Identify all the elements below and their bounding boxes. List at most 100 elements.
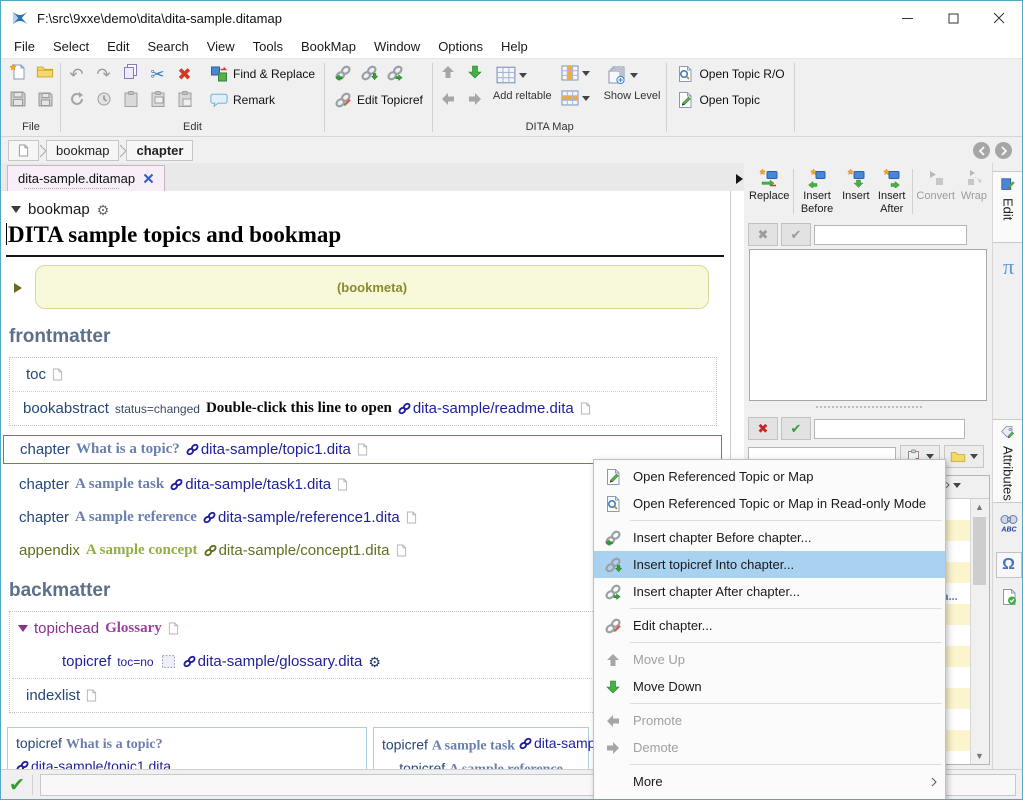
close-button[interactable] bbox=[976, 1, 1022, 35]
bookmap-root-row[interactable]: bookmap ⚙ bbox=[11, 201, 744, 218]
attribute-delete-button[interactable]: ✖ bbox=[748, 417, 778, 440]
topicref-href[interactable]: dita-sample/topic1.dita bbox=[16, 758, 171, 769]
insert-column-button[interactable] bbox=[558, 61, 593, 85]
breadcrumb-chapter[interactable]: chapter bbox=[126, 140, 193, 161]
menu-item-promote[interactable]: Promote bbox=[594, 707, 945, 734]
replace-button[interactable]: Replace bbox=[746, 165, 792, 218]
tab-attributes[interactable]: Attributes bbox=[993, 419, 1023, 503]
menu-item-move-up[interactable]: Move Up bbox=[594, 646, 945, 673]
open-document-button[interactable] bbox=[36, 63, 54, 86]
insert-before-button[interactable]: Insert Before bbox=[795, 165, 839, 218]
gear-icon[interactable]: ⚙ bbox=[368, 655, 381, 669]
cancel-edit-button[interactable]: ✖ bbox=[748, 223, 778, 246]
chapter-href[interactable]: dita-sample/reference1.dita bbox=[203, 509, 400, 526]
edit-topicref-button[interactable]: Edit Topicref bbox=[329, 88, 428, 112]
minimize-button[interactable] bbox=[884, 1, 930, 35]
bookabstract-href[interactable]: dita-sample/readme.dita bbox=[398, 400, 574, 417]
expand-triangle-icon[interactable] bbox=[14, 283, 22, 293]
insert-button[interactable]: Insert bbox=[839, 165, 873, 218]
attribute-apply-button[interactable]: ✔ bbox=[781, 417, 811, 440]
menu-view[interactable]: View bbox=[198, 36, 244, 57]
tab-edit[interactable]: Edit bbox=[993, 171, 1023, 243]
move-down-button[interactable] bbox=[467, 64, 483, 85]
menu-item-more[interactable]: More bbox=[594, 768, 945, 795]
save-as-button[interactable] bbox=[36, 90, 54, 113]
wrap-button[interactable]: Wrap bbox=[958, 165, 990, 218]
menu-item-insert-before[interactable]: Insert chapter Before chapter... bbox=[594, 524, 945, 551]
tab-close-icon[interactable] bbox=[143, 173, 154, 184]
menu-file[interactable]: File bbox=[5, 36, 44, 57]
gear-icon[interactable]: ⚙ bbox=[97, 203, 110, 217]
reltable-cell[interactable]: topicref A sample task dita-sample/task1… bbox=[373, 727, 589, 769]
scroll-down-icon[interactable]: ▼ bbox=[975, 751, 984, 761]
history-button[interactable] bbox=[96, 91, 112, 112]
breadcrumb-bookmap[interactable]: bookmap bbox=[46, 140, 119, 161]
tab-validate[interactable] bbox=[993, 583, 1023, 615]
open-topic-button[interactable]: Open Topic bbox=[671, 88, 789, 112]
nav-forward-button[interactable] bbox=[995, 142, 1012, 159]
appendix-href[interactable]: dita-sample/concept1.dita bbox=[204, 542, 390, 559]
remark-button[interactable]: Remark bbox=[205, 88, 320, 112]
add-reltable-button[interactable] bbox=[493, 61, 552, 89]
delete-button[interactable]: ✖ bbox=[177, 66, 191, 83]
menu-bookmap[interactable]: BookMap bbox=[292, 36, 365, 57]
confirm-edit-button[interactable]: ✔ bbox=[781, 223, 811, 246]
insert-topicref-into-button[interactable] bbox=[360, 64, 378, 85]
menu-options[interactable]: Options bbox=[429, 36, 492, 57]
menu-search[interactable]: Search bbox=[139, 36, 198, 57]
find-replace-button[interactable]: Find & Replace bbox=[205, 62, 320, 86]
insert-after-button[interactable]: Insert After bbox=[873, 165, 911, 218]
menu-item-open-referenced[interactable]: Open Referenced Topic or Map bbox=[594, 463, 945, 490]
tab-special-characters[interactable]: π bbox=[993, 249, 1023, 285]
grid-handle-icon[interactable] bbox=[162, 655, 175, 668]
element-list-box[interactable] bbox=[749, 249, 987, 401]
menu-item-edit-chapter[interactable]: Edit chapter... bbox=[594, 612, 945, 639]
save-button[interactable] bbox=[9, 90, 27, 113]
paste-before-button[interactable] bbox=[149, 90, 167, 113]
panel-collapse-arrow[interactable] bbox=[736, 174, 743, 184]
scroll-up-icon[interactable]: ▲ bbox=[975, 502, 984, 512]
panel-splitter-handle[interactable] bbox=[816, 406, 922, 408]
promote-button[interactable] bbox=[440, 91, 456, 112]
undo-button[interactable]: ↶ bbox=[69, 66, 83, 83]
chapter-href[interactable]: dita-sample/topic1.dita bbox=[186, 441, 351, 458]
tab-dita-sample[interactable]: dita-sample.ditamap bbox=[7, 165, 165, 191]
chapter-href[interactable]: dita-sample/task1.dita bbox=[170, 476, 331, 493]
toc-row[interactable]: toc bbox=[10, 358, 716, 391]
nav-back-button[interactable] bbox=[973, 142, 990, 159]
open-topic-ro-button[interactable]: Open Topic R/O bbox=[671, 62, 789, 86]
collapse-triangle-icon[interactable] bbox=[11, 206, 21, 213]
convert-button[interactable]: Convert bbox=[913, 165, 958, 218]
tab-spell-checker[interactable]: ABC bbox=[993, 509, 1023, 543]
bookabstract-row[interactable]: bookabstract status=changed Double-click… bbox=[10, 392, 716, 425]
menu-item-insert-after[interactable]: Insert chapter After chapter... bbox=[594, 578, 945, 605]
menu-edit[interactable]: Edit bbox=[98, 36, 138, 57]
redo-button[interactable]: ↷ bbox=[96, 66, 110, 83]
cut-button[interactable]: ✂ bbox=[150, 66, 164, 83]
demote-button[interactable] bbox=[467, 91, 483, 112]
maximize-button[interactable] bbox=[930, 1, 976, 35]
insert-topicref-before-button[interactable] bbox=[334, 64, 352, 85]
attributes-scrollbar[interactable]: ▲ ▼ bbox=[970, 499, 989, 764]
reltable-cell[interactable]: topicref What is a topic? dita-sample/to… bbox=[7, 727, 367, 769]
copy-button[interactable] bbox=[122, 63, 140, 86]
attribute-file-button[interactable] bbox=[944, 445, 984, 468]
menu-item-demote[interactable]: Demote bbox=[594, 734, 945, 761]
new-document-button[interactable] bbox=[9, 63, 27, 86]
paste-after-button[interactable] bbox=[176, 90, 194, 113]
attribute-name-field[interactable] bbox=[814, 419, 965, 439]
document-title[interactable]: DITA sample topics and bookmap bbox=[6, 222, 724, 257]
menu-item-open-readonly[interactable]: Open Referenced Topic or Map in Read-onl… bbox=[594, 490, 945, 517]
menu-tools[interactable]: Tools bbox=[244, 36, 292, 57]
collapse-triangle-icon[interactable] bbox=[18, 625, 28, 632]
element-name-field[interactable] bbox=[814, 225, 967, 245]
breadcrumb-document[interactable] bbox=[8, 140, 39, 161]
menu-item-move-down[interactable]: Move Down bbox=[594, 673, 945, 700]
menu-window[interactable]: Window bbox=[365, 36, 429, 57]
insert-row-button[interactable] bbox=[558, 86, 593, 110]
move-up-button[interactable] bbox=[440, 64, 456, 85]
tab-characters-omega[interactable]: Ω bbox=[993, 547, 1023, 579]
show-level-button[interactable] bbox=[604, 61, 661, 89]
paste-button[interactable] bbox=[122, 90, 140, 113]
menu-select[interactable]: Select bbox=[44, 36, 98, 57]
